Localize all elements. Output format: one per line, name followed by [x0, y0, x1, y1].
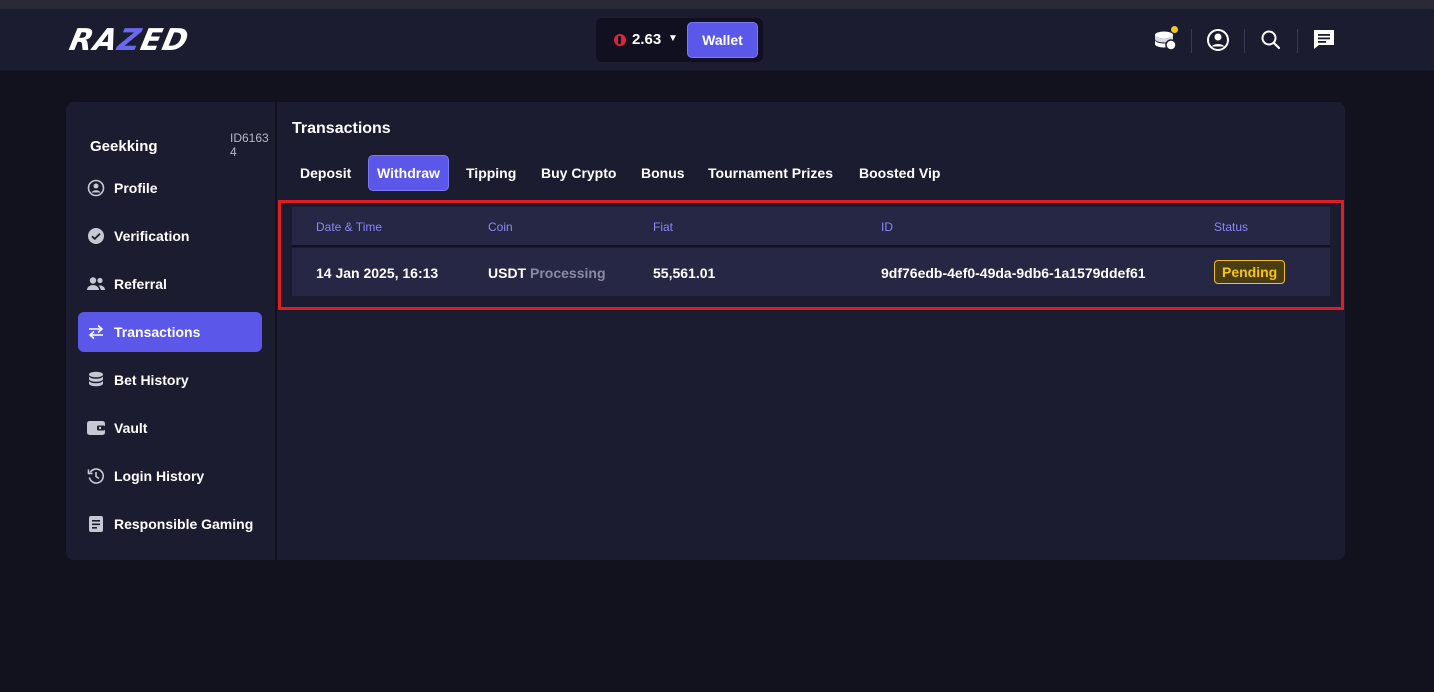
transactions-panel: Transactions Deposit Withdraw Tipping Bu… — [277, 102, 1345, 560]
tab-tournament-prizes[interactable]: Tournament Prizes — [700, 155, 841, 191]
username: Geekking — [90, 138, 158, 155]
tab-bonus[interactable]: Bonus — [633, 155, 693, 191]
site-header: RAZED 2.63 ▼ Wallet — [0, 9, 1434, 71]
header-divider — [1244, 29, 1245, 53]
sidebar-item-label: Verification — [114, 228, 190, 244]
user-circle-icon — [86, 178, 106, 198]
sidebar-item-label: Referral — [114, 276, 167, 292]
page-title: Transactions — [292, 120, 391, 137]
users-icon — [86, 274, 106, 294]
sidebar-item-responsible-gaming[interactable]: Responsible Gaming — [78, 504, 262, 544]
header-divider — [1191, 29, 1192, 53]
wallet-icon — [86, 418, 106, 438]
sidebar-item-vault[interactable]: Vault — [78, 408, 262, 448]
sidebar-item-label: Profile — [114, 180, 158, 196]
database-icon — [86, 370, 106, 390]
balance-amount[interactable]: 2.63 — [632, 31, 661, 48]
tab-tipping[interactable]: Tipping — [458, 155, 524, 191]
sidebar-item-label: Login History — [114, 468, 205, 484]
sidebar-item-bet-history[interactable]: Bet History — [78, 360, 262, 400]
wallet-widget: 2.63 ▼ Wallet — [596, 18, 763, 62]
tab-deposit[interactable]: Deposit — [292, 155, 359, 191]
razed-logo[interactable]: RAZED — [66, 23, 192, 58]
sidebar-item-label: Responsible Gaming — [114, 516, 254, 532]
browser-top-strip — [0, 0, 1434, 9]
history-icon — [86, 466, 106, 486]
sidebar-item-label: Bet History — [114, 372, 189, 388]
logo-text: RAZED — [66, 23, 193, 58]
highlight-box — [278, 200, 1344, 310]
coin-icon — [614, 34, 626, 46]
sidebar-item-transactions[interactable]: Transactions — [78, 312, 262, 352]
wallet-button[interactable]: Wallet — [687, 22, 758, 58]
swap-arrows-icon — [86, 322, 106, 342]
sidebar-item-referral[interactable]: Referral — [78, 264, 262, 304]
sidebar-item-verification[interactable]: Verification — [78, 216, 262, 256]
chat-icon[interactable] — [1311, 27, 1337, 53]
sidebar-item-profile[interactable]: Profile — [78, 168, 262, 208]
sidebar-item-label: Vault — [114, 420, 148, 436]
check-circle-icon — [86, 226, 106, 246]
sidebar-item-label: Transactions — [114, 324, 201, 340]
user-id: ID61634 — [230, 131, 269, 159]
tab-buy-crypto[interactable]: Buy Crypto — [533, 155, 624, 191]
tab-boosted-vip[interactable]: Boosted Vip — [851, 155, 948, 191]
sidebar-item-login-history[interactable]: Login History — [78, 456, 262, 496]
notification-dot — [1171, 26, 1178, 33]
chevron-down-icon[interactable]: ▼ — [668, 33, 678, 44]
search-icon[interactable] — [1258, 27, 1284, 53]
user-circle-icon[interactable] — [1205, 27, 1231, 53]
tab-withdraw[interactable]: Withdraw — [368, 155, 449, 191]
header-divider — [1297, 29, 1298, 53]
account-sidebar: Geekking ID61634 Profile Verification Re… — [66, 102, 275, 560]
document-icon — [86, 514, 106, 534]
